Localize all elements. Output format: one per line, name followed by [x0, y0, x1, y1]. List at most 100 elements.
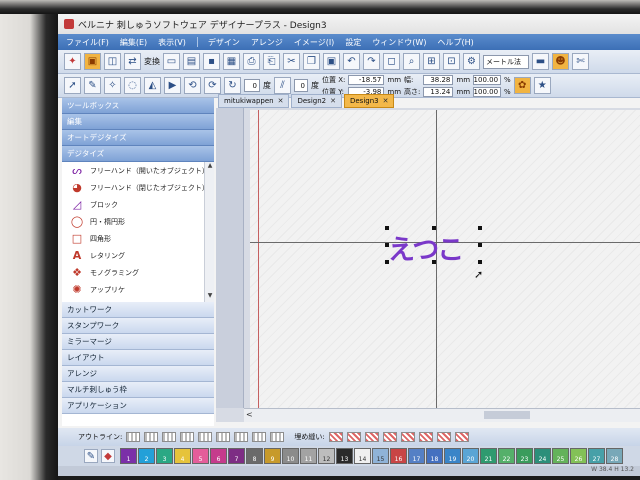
height-input[interactable]: 13.24: [423, 86, 454, 97]
zoom-icon[interactable]: ⌕: [403, 53, 420, 70]
selection-handle[interactable]: [432, 226, 436, 230]
menu-help[interactable]: ヘルプ(H): [437, 37, 473, 48]
select-tool-icon[interactable]: ▣: [84, 53, 101, 70]
save-icon[interactable]: ▪: [203, 53, 220, 70]
selection-handle[interactable]: [385, 226, 389, 230]
export-icon[interactable]: ▦: [223, 53, 240, 70]
menu-settings[interactable]: 設定: [345, 37, 361, 48]
tool-circle[interactable]: ◯ 円・楕円形: [62, 213, 214, 230]
convert-icon[interactable]: ⇄: [124, 53, 141, 70]
scale-x-input[interactable]: 100.00: [473, 74, 502, 85]
fill-contour-icon[interactable]: [436, 432, 451, 442]
settings-icon[interactable]: ⚙: [463, 53, 480, 70]
color-swatch[interactable]: 3: [156, 448, 173, 464]
lasso-icon[interactable]: ◌: [124, 77, 141, 94]
tool-rectangle[interactable]: □ 四角形: [62, 230, 214, 247]
person-icon[interactable]: ☻: [552, 53, 569, 70]
design-canvas[interactable]: えつこ ➚ <: [216, 108, 640, 422]
grid-icon[interactable]: ⊞: [423, 53, 440, 70]
color-swatch[interactable]: 4: [174, 448, 191, 464]
fill-motif-icon[interactable]: [454, 432, 469, 442]
section-mirror-merge[interactable]: ミラーマージ: [62, 334, 214, 350]
frame-icon[interactable]: ◫: [104, 53, 121, 70]
fill-fancy-icon[interactable]: [382, 432, 397, 442]
flower-stitch-icon[interactable]: ✿: [513, 77, 531, 94]
menu-window[interactable]: ウィンドウ(W): [372, 37, 426, 48]
section-arrange[interactable]: アレンジ: [62, 366, 214, 382]
fill-step-icon[interactable]: [364, 432, 379, 442]
section-stumpwork[interactable]: スタンプワーク: [62, 318, 214, 334]
selection-handle[interactable]: [432, 260, 436, 264]
outline-single-icon[interactable]: [126, 432, 141, 442]
color-swatch[interactable]: 15: [372, 448, 389, 464]
cut-icon[interactable]: ✂: [283, 53, 300, 70]
tab-design3[interactable]: Design3 ✕: [343, 94, 395, 108]
color-swatch[interactable]: 10: [282, 448, 299, 464]
color-swatch[interactable]: 22: [498, 448, 515, 464]
selection-handle[interactable]: [385, 243, 389, 247]
section-layout[interactable]: レイアウト: [62, 350, 214, 366]
outline-blanket-icon[interactable]: [180, 432, 195, 442]
color-swatch[interactable]: 5: [192, 448, 209, 464]
width-input[interactable]: 38.28: [423, 74, 454, 85]
color-swatch[interactable]: 7: [228, 448, 245, 464]
outline-triple-icon[interactable]: [144, 432, 159, 442]
outline-backstitch-icon[interactable]: [198, 432, 213, 442]
tab-mitukiwappen[interactable]: mitukiwappen ✕: [218, 94, 290, 108]
scissors-icon[interactable]: ✄: [572, 53, 589, 70]
paste-icon[interactable]: ▣: [323, 53, 340, 70]
copy-icon[interactable]: ❐: [303, 53, 320, 70]
eyedropper-icon[interactable]: ✎: [84, 449, 98, 463]
selection-box[interactable]: [385, 226, 482, 264]
tool-block[interactable]: ◿ ブロック: [62, 196, 214, 213]
open-folder-icon[interactable]: ▤: [183, 53, 200, 70]
color-bucket-icon[interactable]: ◆: [101, 449, 115, 463]
rotation-input[interactable]: 0: [244, 79, 260, 92]
autodigitize-header[interactable]: オートデジタイズ: [62, 130, 214, 146]
color-swatch[interactable]: 19: [444, 448, 461, 464]
undo-icon[interactable]: ↶: [343, 53, 360, 70]
menu-edit[interactable]: 編集(E): [120, 37, 147, 48]
fill-satin-icon[interactable]: [346, 432, 361, 442]
color-swatch[interactable]: 24: [534, 448, 551, 464]
color-swatch[interactable]: 14: [354, 448, 371, 464]
color-swatch[interactable]: 28: [606, 448, 623, 464]
tool-monogram[interactable]: ❖ モノグラミング: [62, 264, 214, 281]
print-icon[interactable]: ⎙: [243, 53, 260, 70]
pos-x-input[interactable]: -18.57: [348, 74, 385, 85]
tool-freehand-closed[interactable]: ◕ フリーハンド（閉じたオブジェクト）: [62, 179, 214, 196]
reshape-icon[interactable]: ✎: [84, 77, 101, 94]
outline-satin-icon[interactable]: [162, 432, 177, 442]
color-swatch[interactable]: 6: [210, 448, 227, 464]
menu-arrange[interactable]: アレンジ: [251, 37, 283, 48]
mirror-vertical-icon[interactable]: ◭: [144, 77, 161, 94]
unit-select[interactable]: メートル法: [483, 54, 529, 69]
menu-design[interactable]: デザイン: [208, 37, 240, 48]
rotate-left-icon[interactable]: ⟲: [184, 77, 201, 94]
tab-design2[interactable]: Design2 ✕: [291, 94, 342, 108]
rotate-right-icon[interactable]: ⟳: [204, 77, 221, 94]
scale-y-input[interactable]: 100.00: [473, 86, 502, 97]
pointer-icon[interactable]: ➚: [64, 77, 81, 94]
color-swatch[interactable]: 13: [336, 448, 353, 464]
tool-list-scrollbar[interactable]: ▲ ▼: [204, 162, 214, 302]
menu-file[interactable]: ファイル(F): [66, 37, 109, 48]
tool-applique[interactable]: ✺ アップリケ: [62, 281, 214, 298]
rotate-angle-icon[interactable]: ↻: [224, 77, 241, 94]
color-swatch[interactable]: 25: [552, 448, 569, 464]
close-icon[interactable]: ✕: [330, 97, 336, 105]
color-swatch[interactable]: 20: [462, 448, 479, 464]
hoop-icon[interactable]: ◻: [383, 53, 400, 70]
fill-radial-icon[interactable]: [418, 432, 433, 442]
menu-image[interactable]: イメージ(I): [294, 37, 334, 48]
wizard-icon[interactable]: ✦: [64, 53, 81, 70]
section-cutwork[interactable]: カットワーク: [62, 302, 214, 318]
selection-handle[interactable]: [478, 226, 482, 230]
color-swatch[interactable]: 26: [570, 448, 587, 464]
scroll-left-icon[interactable]: <: [246, 410, 253, 419]
color-swatch[interactable]: 16: [390, 448, 407, 464]
scroll-down-icon[interactable]: ▼: [205, 292, 215, 302]
convert-label[interactable]: 変換: [144, 56, 160, 67]
color-swatch[interactable]: 27: [588, 448, 605, 464]
selection-handle[interactable]: [478, 260, 482, 264]
